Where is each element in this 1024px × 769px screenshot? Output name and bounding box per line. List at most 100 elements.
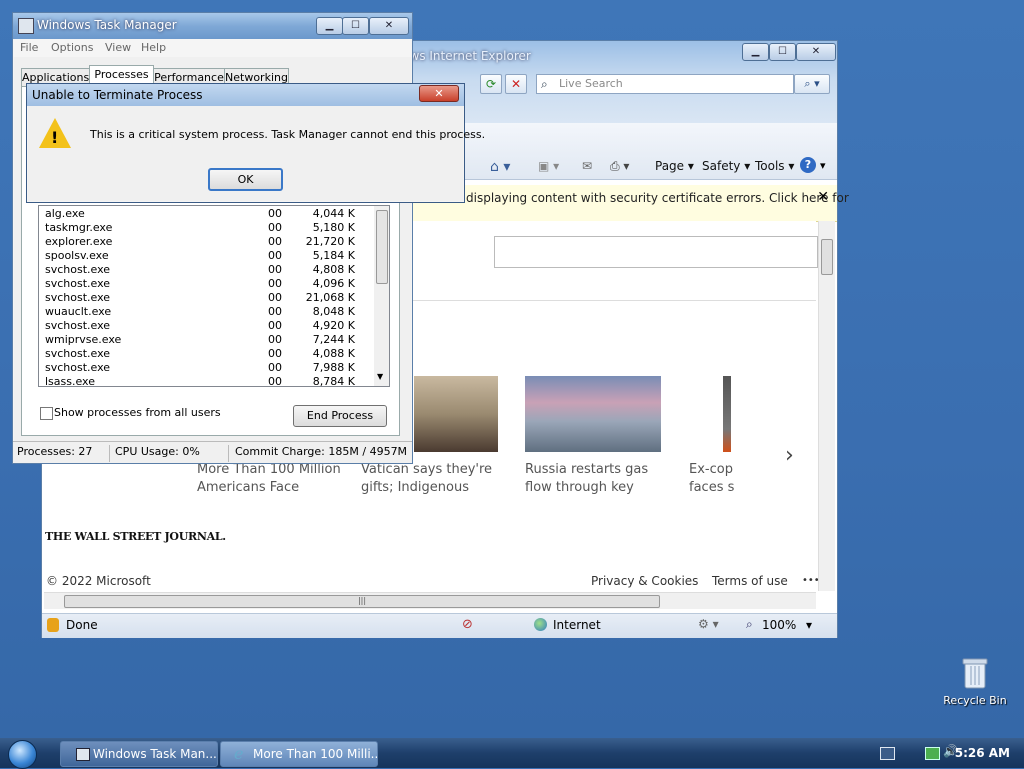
menu-options[interactable]: Options bbox=[51, 41, 93, 54]
table-row[interactable]: svchost.exe 00 4,808 K bbox=[39, 263, 375, 277]
news-card-1[interactable]: More Than 100 Million Americans Face bbox=[197, 461, 341, 497]
table-row[interactable]: explorer.exe 00 21,720 K bbox=[39, 235, 375, 249]
popup-blocker-icon[interactable]: ⊘ bbox=[462, 617, 473, 632]
status-zone: Internet bbox=[553, 618, 601, 632]
scroll-down-icon[interactable]: ▼ bbox=[377, 372, 383, 381]
ie-stop-icon[interactable]: ✕ bbox=[505, 74, 527, 94]
scroll-thumb[interactable] bbox=[376, 210, 388, 284]
table-row[interactable]: svchost.exe 00 4,096 K bbox=[39, 277, 375, 291]
process-list[interactable]: alg.exe 00 4,044 K taskmgr.exe 00 5,180 K ex… bbox=[38, 205, 390, 387]
dialog-titlebar[interactable]: Unable to Terminate Process ✕ bbox=[27, 84, 464, 106]
table-row[interactable]: wmiprvse.exe 00 7,244 K bbox=[39, 333, 375, 347]
ie-horizontal-scrollbar[interactable]: ||| bbox=[44, 592, 816, 609]
news-image-vatican[interactable] bbox=[414, 376, 498, 452]
table-row[interactable]: wuauclt.exe 00 8,048 K bbox=[39, 305, 375, 319]
status-warning-icon bbox=[47, 618, 59, 632]
infobar-close-icon[interactable]: ✕ bbox=[817, 189, 829, 205]
feeds-icon[interactable]: ▣ ▾ bbox=[538, 159, 559, 173]
tm-close-button[interactable]: ✕ bbox=[369, 17, 409, 35]
table-row[interactable]: alg.exe 00 4,044 K bbox=[39, 207, 375, 221]
ie-maximize-button[interactable]: ☐ bbox=[769, 43, 796, 61]
dialog-close-button[interactable]: ✕ bbox=[419, 85, 459, 102]
recycle-bin-icon[interactable] bbox=[962, 657, 988, 689]
table-row[interactable]: svchost.exe 00 21,068 K bbox=[39, 291, 375, 305]
status-separator bbox=[228, 445, 229, 462]
search-placeholder: Live Search bbox=[559, 77, 623, 90]
news-image-gas[interactable] bbox=[525, 376, 661, 452]
ie-close-button[interactable]: ✕ bbox=[796, 43, 836, 61]
tm-maximize-button[interactable]: ☐ bbox=[342, 17, 369, 35]
footer-copyright: © 2022 Microsoft bbox=[46, 574, 151, 588]
news-image-excop[interactable] bbox=[723, 376, 731, 452]
carousel-next-icon[interactable]: › bbox=[785, 443, 794, 468]
taskbar-clock[interactable]: 5:26 AM bbox=[955, 746, 1010, 760]
ie-refresh-icon[interactable]: ⟳ bbox=[480, 74, 502, 94]
task-manager-icon bbox=[18, 18, 34, 34]
status-cpu: CPU Usage: 0% bbox=[115, 445, 200, 458]
show-all-users-checkbox[interactable] bbox=[40, 407, 53, 420]
ie-vertical-scrollbar[interactable] bbox=[818, 221, 835, 591]
table-row[interactable]: svchost.exe 00 7,988 K bbox=[39, 361, 375, 375]
page-search-box[interactable] bbox=[494, 236, 818, 268]
protected-mode-icon[interactable]: ⚙ ▾ bbox=[698, 617, 719, 631]
taskbar-item-ie[interactable]: e More Than 100 Milli... bbox=[220, 741, 378, 767]
scroll-thumb[interactable] bbox=[821, 239, 833, 275]
ok-button[interactable]: OK bbox=[208, 168, 283, 191]
table-row[interactable]: svchost.exe 00 4,920 K bbox=[39, 319, 375, 333]
status-done: Done bbox=[66, 618, 98, 632]
home-icon[interactable]: ⌂ ▾ bbox=[490, 159, 510, 175]
tools-menu[interactable]: Tools ▾ bbox=[755, 159, 794, 179]
tm-minimize-button[interactable]: ▁ bbox=[316, 17, 343, 35]
news-card-2[interactable]: Vatican says they're gifts; Indigenous bbox=[361, 461, 492, 497]
status-commit: Commit Charge: 185M / 4957M bbox=[235, 445, 408, 458]
ie-search-input[interactable]: ⌕ Live Search bbox=[536, 74, 794, 94]
table-row[interactable]: lsass.exe 00 8,784 K bbox=[39, 375, 375, 386]
search-icon: ⌕ bbox=[541, 77, 548, 91]
wsj-logo[interactable]: THE WALL STREET JOURNAL. bbox=[45, 530, 226, 543]
tm-titlebar[interactable]: Windows Task Manager ▁ ☐ ✕ bbox=[13, 13, 412, 39]
task-manager-window: Windows Task Manager ▁ ☐ ✕ File Options … bbox=[12, 12, 413, 464]
footer-privacy-link[interactable]: Privacy & Cookies bbox=[591, 574, 698, 588]
zoom-chevron-icon[interactable]: ▾ bbox=[806, 618, 812, 632]
warning-exclamation-icon: ! bbox=[51, 128, 59, 147]
table-row[interactable]: spoolsv.exe 00 5,184 K bbox=[39, 249, 375, 263]
mail-icon[interactable]: ✉ bbox=[582, 159, 592, 173]
scroll-thumb[interactable]: ||| bbox=[64, 595, 660, 608]
help-icon[interactable]: ? bbox=[800, 157, 816, 173]
news-card-4[interactable]: Ex-cop faces s bbox=[689, 461, 734, 497]
help-chevron-icon: ▾ bbox=[820, 159, 826, 172]
end-process-button[interactable]: End Process bbox=[293, 405, 387, 427]
start-button[interactable] bbox=[8, 740, 37, 769]
menu-file[interactable]: File bbox=[20, 41, 38, 54]
terminate-error-dialog: Unable to Terminate Process ✕ ! This is … bbox=[26, 83, 485, 203]
footer-terms-link[interactable]: Terms of use bbox=[712, 574, 788, 588]
status-processes: Processes: 27 bbox=[17, 445, 93, 458]
globe-icon bbox=[534, 618, 547, 631]
table-row[interactable]: taskmgr.exe 00 5,180 K bbox=[39, 221, 375, 235]
ie-icon: e bbox=[234, 744, 244, 763]
safety-menu[interactable]: Safety ▾ bbox=[702, 159, 750, 179]
show-all-users-label[interactable]: Show processes from all users bbox=[54, 406, 221, 419]
print-icon[interactable]: ⎙ ▾ bbox=[610, 159, 629, 174]
ie-status-bar: Done ⊘ Internet ⚙ ▾ ⌕ 100% ▾ bbox=[42, 613, 837, 638]
taskbar-item-task-manager[interactable]: Windows Task Man... bbox=[60, 741, 218, 767]
news-card-3[interactable]: Russia restarts gas flow through key bbox=[525, 461, 648, 497]
ie-minimize-button[interactable]: ▁ bbox=[742, 43, 769, 61]
table-row[interactable]: svchost.exe 00 4,088 K bbox=[39, 347, 375, 361]
process-list-scrollbar[interactable]: ▼ bbox=[374, 206, 389, 386]
menu-help[interactable]: Help bbox=[141, 41, 166, 54]
status-zoom[interactable]: 100% bbox=[762, 618, 796, 632]
taskbar-item-label: Windows Task Man... bbox=[93, 747, 217, 761]
zoom-icon[interactable]: ⌕ bbox=[746, 617, 753, 632]
tm-title: Windows Task Manager bbox=[37, 18, 177, 32]
search-go-button[interactable]: ⌕ ▾ bbox=[794, 74, 830, 94]
infobar-message[interactable]: displaying content with security certifi… bbox=[466, 191, 849, 205]
status-separator bbox=[109, 445, 110, 462]
network-icon[interactable] bbox=[925, 747, 940, 760]
recycle-bin-label[interactable]: Recycle Bin bbox=[940, 694, 1010, 707]
menu-view[interactable]: View bbox=[105, 41, 131, 54]
taskbar-item-label: More Than 100 Milli... bbox=[253, 747, 378, 761]
keyboard-icon[interactable] bbox=[880, 747, 895, 760]
tm-menubar: File Options View Help bbox=[13, 39, 412, 57]
page-menu[interactable]: Page ▾ bbox=[655, 159, 694, 179]
